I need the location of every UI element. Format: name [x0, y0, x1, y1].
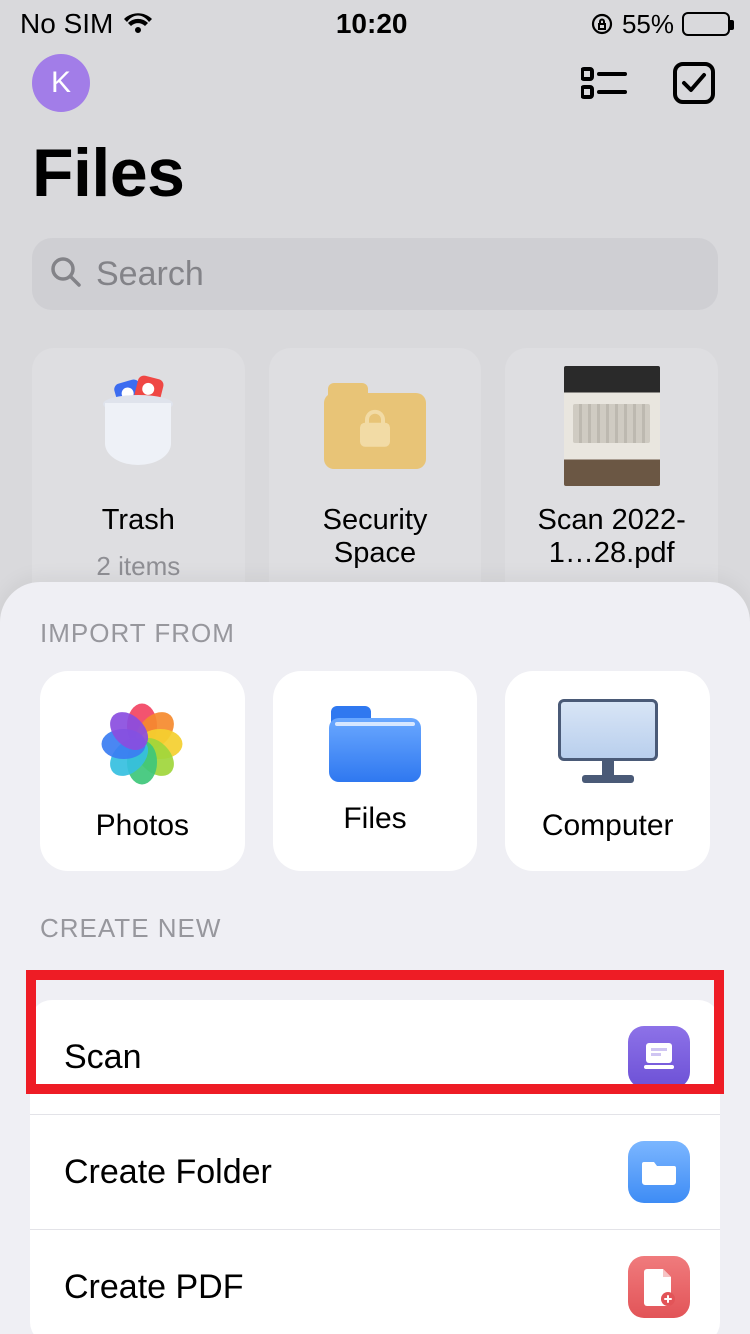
search-icon — [50, 256, 82, 293]
import-card-label: Photos — [96, 809, 189, 843]
avatar[interactable]: K — [32, 54, 90, 112]
import-computer[interactable]: Computer — [505, 671, 710, 871]
import-photos[interactable]: Photos — [40, 671, 245, 871]
search-field[interactable] — [32, 238, 718, 310]
page-title: Files — [0, 112, 750, 220]
create-item-label: Create Folder — [64, 1153, 272, 1192]
file-card-title: Security Space — [279, 504, 472, 571]
import-section-label: IMPORT FROM — [0, 612, 750, 671]
file-card-subtitle: 2 items — [96, 551, 180, 582]
create-section-label: CREATE NEW — [0, 871, 750, 966]
battery-icon — [682, 12, 730, 36]
create-item-label: Create PDF — [64, 1268, 244, 1307]
create-item-label: Scan — [64, 1038, 142, 1077]
rotation-lock-icon — [590, 12, 614, 36]
folder-icon — [628, 1141, 690, 1203]
import-files[interactable]: Files — [273, 671, 478, 871]
create-item-pdf[interactable]: Create PDF — [30, 1229, 720, 1334]
scanner-icon — [628, 1026, 690, 1088]
photos-icon — [97, 699, 187, 789]
file-card-title: Scan 2022-1…28.pdf — [515, 504, 708, 571]
search-input[interactable] — [96, 255, 700, 294]
pdf-icon — [628, 1256, 690, 1318]
create-item-folder[interactable]: Create Folder — [30, 1114, 720, 1229]
files-folder-icon — [327, 706, 423, 782]
trash-icon — [42, 366, 235, 486]
carrier-text: No SIM — [20, 8, 113, 40]
file-card-title: Trash — [102, 504, 175, 537]
create-item-scan[interactable]: Scan — [30, 1000, 720, 1114]
wifi-icon — [123, 13, 153, 35]
locked-folder-icon — [279, 366, 472, 486]
scan-thumbnail — [515, 366, 708, 486]
clock-text: 10:20 — [336, 8, 408, 40]
import-card-label: Files — [343, 802, 406, 836]
status-bar: No SIM 10:20 55% — [0, 0, 750, 44]
select-checkbox-icon[interactable] — [670, 59, 718, 107]
computer-icon — [556, 699, 660, 789]
view-list-icon[interactable] — [580, 59, 628, 107]
header-controls: K — [0, 44, 750, 112]
battery-percent-text: 55% — [622, 9, 674, 40]
create-list: Scan Create Folder Create PDF — [30, 1000, 720, 1334]
import-card-label: Computer — [542, 809, 674, 843]
create-sheet: IMPORT FROM Photos Files Computer CREATE… — [0, 582, 750, 1334]
